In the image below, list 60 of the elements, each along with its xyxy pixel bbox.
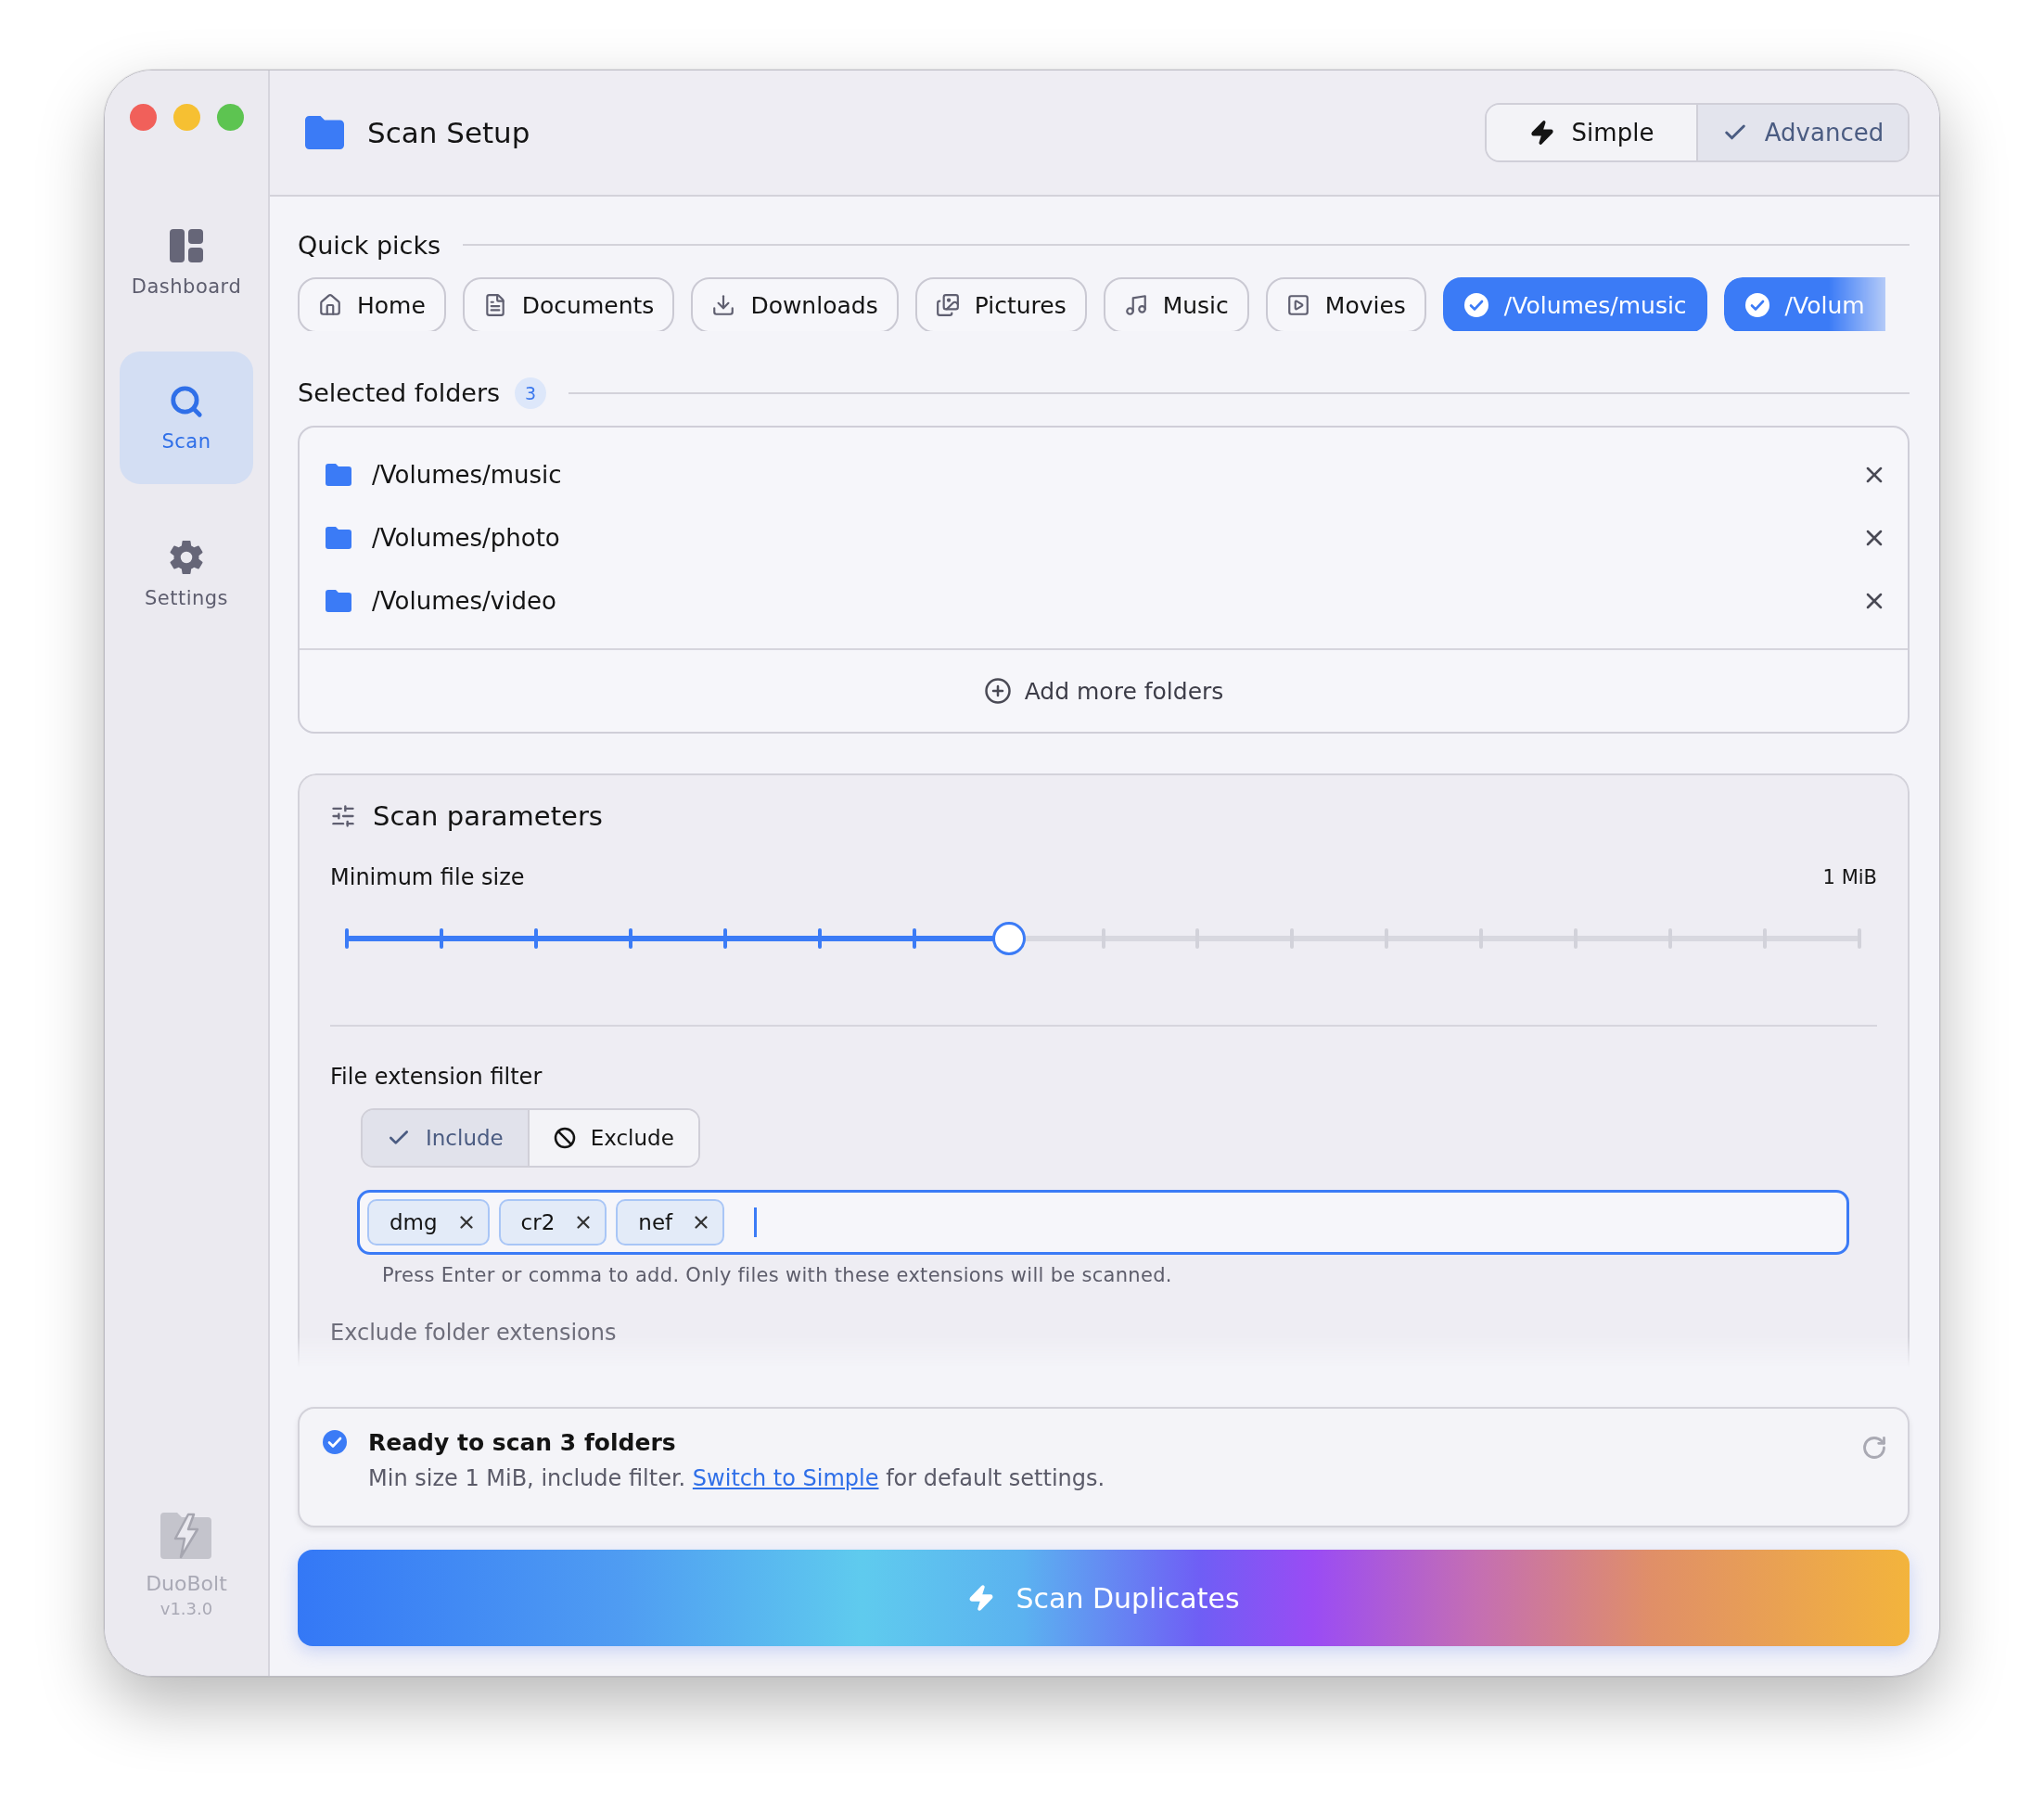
mode-tab[interactable]: Simple xyxy=(1487,105,1696,160)
add-folders-button[interactable]: Add more folders xyxy=(968,667,1239,715)
quick-pick-chip[interactable]: /Volum xyxy=(1723,277,1885,331)
check-circle-icon xyxy=(322,1429,348,1455)
check-circle-icon xyxy=(1463,292,1489,319)
quick-pick-chip[interactable]: Downloads xyxy=(691,277,899,331)
count-badge: 3 xyxy=(515,377,547,409)
home-icon xyxy=(318,293,342,318)
quick-pick-chip[interactable]: Music xyxy=(1103,277,1249,331)
pictures-icon xyxy=(935,293,960,318)
check-circle-icon xyxy=(1744,292,1770,319)
search-icon xyxy=(169,383,204,419)
window-title: Scan Setup xyxy=(367,116,530,149)
folder-icon xyxy=(324,463,353,487)
folder-path: /Volumes/video xyxy=(372,587,556,615)
sidebar-item[interactable]: Settings xyxy=(120,507,253,640)
block-icon xyxy=(553,1127,576,1149)
mode-tab[interactable]: Advanced xyxy=(1696,105,1908,160)
section-title: Quick picks xyxy=(298,230,441,260)
hint-text: Press Enter or comma to add. Only files with these extensions will be scanned. xyxy=(382,1264,1173,1286)
switch-link[interactable]: Switch to Simple xyxy=(692,1465,879,1491)
download-icon xyxy=(711,293,736,318)
close-button[interactable] xyxy=(129,104,157,131)
section-title: Selected folders xyxy=(298,378,501,408)
sidebar-item[interactable]: Dashboard xyxy=(120,196,253,328)
quick-pick-chip[interactable]: Movies xyxy=(1265,277,1426,331)
quick-pick-chip[interactable]: Pictures xyxy=(914,277,1087,331)
extension-input-field[interactable]: dmg cr2 nef xyxy=(357,1190,1849,1255)
size-reading: 1 MiB xyxy=(1822,866,1877,888)
folder-icon xyxy=(302,114,347,151)
field-label: Exclude folder extensions xyxy=(330,1320,618,1346)
tag-label: nef xyxy=(638,1210,673,1234)
filter-mode-tab[interactable]: Include xyxy=(363,1110,528,1166)
sliders-icon xyxy=(330,803,356,829)
field-label: File extension filter xyxy=(330,1064,543,1090)
music-note-icon xyxy=(1123,293,1148,318)
folder-path: /Volumes/music xyxy=(372,461,562,489)
status-detail: Min size 1 MiB, include filter. Switch to Simple for default settings. xyxy=(368,1465,1105,1491)
settings-icon xyxy=(168,538,205,576)
bolt-icon xyxy=(1528,120,1555,146)
folder-icon xyxy=(324,589,353,613)
quick-pick-chip[interactable]: Documents xyxy=(462,277,675,331)
app-name: DuoBolt xyxy=(146,1572,227,1595)
quick-pick-chip[interactable]: Home xyxy=(298,277,446,331)
status-title: Ready to scan 3 folders xyxy=(368,1429,677,1456)
filter-mode-tab[interactable]: Exclude xyxy=(527,1110,698,1166)
field-label: Minimum file size xyxy=(330,864,525,890)
folder-icon xyxy=(324,526,353,550)
text-cursor xyxy=(754,1207,758,1237)
dashboard-icon xyxy=(168,226,205,264)
plus-circle-icon xyxy=(983,677,1012,705)
card-title: Scan parameters xyxy=(373,800,603,832)
tag-label: dmg xyxy=(390,1210,438,1234)
play-icon xyxy=(1285,293,1310,318)
folder-path: /Volumes/photo xyxy=(372,524,560,552)
app-version: v1.3.0 xyxy=(160,1599,213,1618)
tag-label: cr2 xyxy=(520,1210,556,1234)
scan-duplicates-button[interactable]: Scan Duplicates xyxy=(298,1550,1910,1646)
slider-thumb[interactable] xyxy=(991,922,1026,955)
quick-pick-chip[interactable]: /Volumes/music xyxy=(1442,277,1707,331)
